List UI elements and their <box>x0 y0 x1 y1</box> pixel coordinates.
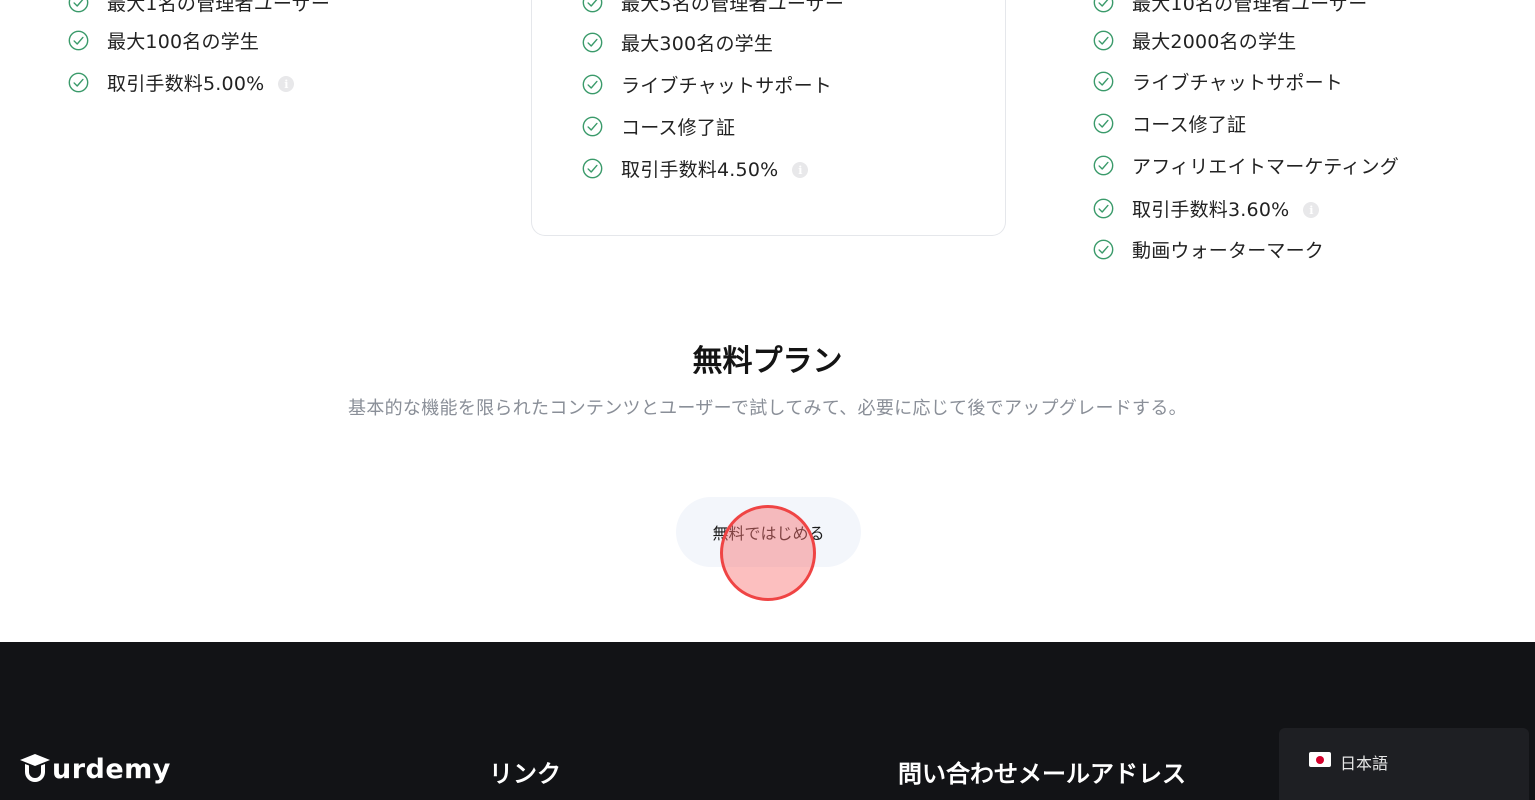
check-circle-icon <box>582 116 603 136</box>
feature-item: 最大5名の管理者ユーザー <box>582 0 844 15</box>
feature-item: コース修了証 <box>1093 110 1246 136</box>
feature-item: 取引手数料4.50% i <box>582 155 809 181</box>
feature-text: 最大1名の管理者ユーザー <box>107 0 331 15</box>
plan-card-featured: 最大5名の管理者ユーザー最大300名の学生ライブチャットサポート コース修了証取引… <box>531 0 1006 236</box>
feature-text: アフィリエイトマーケティング <box>1132 155 1399 178</box>
feature-text: コース修了証 <box>1132 113 1247 136</box>
feature-text: 動画ウォーターマーク <box>1132 239 1325 262</box>
plan-features-section: 最大1名の管理者ユーザー最大100名の学生 取引手数料5.00% i 最大5名の管理… <box>0 0 1535 300</box>
feature-item: 最大1名の管理者ユーザー <box>68 0 330 15</box>
feature-item: 取引手数料5.00% i <box>68 69 295 95</box>
free-plan-title: 無料プラン <box>692 344 843 379</box>
site-logo[interactable]: urdemy <box>18 752 171 786</box>
language-switcher[interactable]: 日本語 <box>1279 728 1529 800</box>
feature-text: 最大300名の学生 <box>621 32 774 55</box>
feature-item: 動画ウォーターマーク <box>1093 236 1324 262</box>
check-circle-icon <box>582 74 603 94</box>
check-circle-icon <box>582 158 603 178</box>
feature-item: ライブチャットサポート <box>1093 68 1343 94</box>
feature-item: コース修了証 <box>582 113 735 139</box>
feature-text: 最大100名の学生 <box>107 30 260 53</box>
feature-text: 最大2000名の学生 <box>1132 30 1297 53</box>
check-circle-icon <box>1093 30 1114 50</box>
feature-item: 最大10名の管理者ユーザー <box>1093 0 1367 15</box>
free-plan-section: 無料プラン 基本的な機能を限られたコンテンツとユーザーで試してみて、必要に応じて… <box>0 340 1535 420</box>
check-circle-icon <box>582 32 603 52</box>
check-circle-icon <box>1093 71 1114 91</box>
feature-text: ライブチャットサポート <box>1132 71 1344 94</box>
footer-links-heading: リンク <box>489 760 561 788</box>
footer-contact-heading: 問い合わせメールアドレス <box>898 760 1186 788</box>
info-icon[interactable]: i <box>792 162 809 178</box>
feature-text: 取引手数料5.00% <box>107 72 265 95</box>
feature-item: 最大2000名の学生 <box>1093 27 1296 53</box>
feature-text: 最大10名の管理者ユーザー <box>1132 0 1368 15</box>
feature-item: 最大100名の学生 <box>68 27 259 53</box>
feature-text: 最大5名の管理者ユーザー <box>621 0 845 15</box>
info-icon[interactable]: i <box>1303 202 1320 218</box>
feature-text: コース修了証 <box>621 116 736 139</box>
check-circle-icon <box>582 0 603 12</box>
feature-text: 取引手数料4.50% <box>621 158 779 181</box>
feature-item: アフィリエイトマーケティング <box>1093 152 1399 178</box>
check-circle-icon <box>68 30 89 50</box>
free-plan-description: 基本的な機能を限られたコンテンツとユーザーで試してみて、必要に応じて後でアップグ… <box>348 398 1187 419</box>
japan-flag-icon <box>1309 752 1331 767</box>
feature-item: ライブチャットサポート <box>582 71 832 97</box>
start-free-button[interactable]: 無料ではじめる <box>676 497 861 567</box>
feature-item: 最大300名の学生 <box>582 29 773 55</box>
check-circle-icon <box>1093 198 1114 218</box>
check-circle-icon <box>1093 155 1114 175</box>
check-circle-icon <box>1093 0 1114 12</box>
check-circle-icon <box>68 72 89 92</box>
info-icon[interactable]: i <box>278 76 295 92</box>
check-circle-icon <box>1093 113 1114 133</box>
check-circle-icon <box>1093 239 1114 259</box>
logo-text: urdemy <box>52 753 171 785</box>
feature-text: 取引手数料3.60% <box>1132 198 1290 221</box>
language-label: 日本語 <box>1340 754 1389 773</box>
feature-text: ライブチャットサポート <box>621 74 833 97</box>
check-circle-icon <box>68 0 89 12</box>
graduation-cap-icon <box>20 754 50 782</box>
feature-item: 取引手数料3.60% i <box>1093 195 1320 221</box>
